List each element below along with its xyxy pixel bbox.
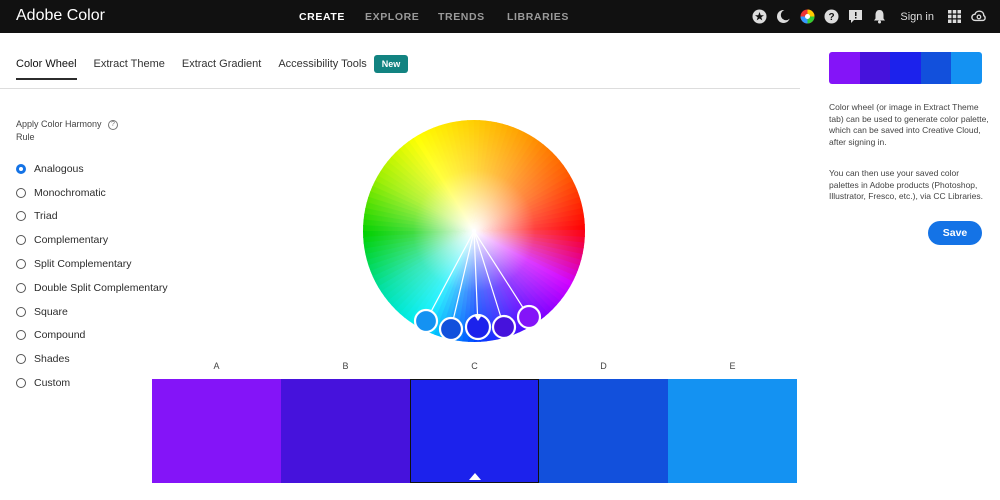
help-icon[interactable]: ? [824, 9, 839, 24]
save-button[interactable]: Save [928, 221, 982, 245]
radio-icon[interactable] [16, 163, 26, 174]
rule-complementary[interactable]: Complementary [16, 228, 168, 252]
wheel-color-handle[interactable] [438, 316, 464, 342]
rule-label: Square [34, 305, 68, 318]
radio-icon[interactable] [16, 354, 26, 365]
sidebar-description-2: You can then use your saved color palett… [829, 168, 983, 201]
new-badge: New [373, 55, 409, 73]
tab-color-wheel[interactable]: Color Wheel [16, 58, 77, 80]
preview-swatch [920, 52, 952, 84]
radio-icon[interactable] [16, 211, 26, 222]
swatch-letter: E [729, 361, 736, 371]
rule-double-split-complementary[interactable]: Double Split Complementary [16, 276, 168, 300]
nav-libraries[interactable]: LIBRARIES [507, 11, 569, 23]
wheel-center-dot [472, 229, 476, 233]
swatch-letter: D [600, 361, 607, 371]
star-icon[interactable] [752, 9, 767, 24]
rule-label: Split Complementary [34, 258, 132, 271]
color-wheel-graphic[interactable] [362, 119, 586, 343]
harmony-rule-title: Apply Color Harmony Rule [16, 119, 102, 142]
sign-in-link[interactable]: Sign in [900, 11, 934, 23]
wheel-color-handle[interactable] [491, 314, 517, 340]
radio-icon[interactable] [16, 259, 26, 270]
mode-tabs: Color Wheel Extract Theme Extract Gradie… [16, 55, 409, 88]
tab-extract-gradient[interactable]: Extract Gradient [182, 58, 261, 80]
rule-split-complementary[interactable]: Split Complementary [16, 252, 168, 276]
apps-grid-icon[interactable] [947, 9, 962, 24]
rule-label: Monochromatic [34, 186, 106, 199]
harmony-rule-list: Analogous Monochromatic Triad Complement… [16, 157, 168, 395]
swatch-letter: B [342, 361, 349, 371]
feedback-icon[interactable] [848, 9, 863, 24]
moon-icon[interactable] [776, 9, 792, 24]
rule-label: Analogous [34, 162, 84, 175]
radio-icon[interactable] [16, 282, 26, 293]
notification-icon[interactable] [872, 9, 887, 24]
tab-extract-theme[interactable]: Extract Theme [94, 58, 165, 80]
rule-label: Compound [34, 329, 86, 342]
swatch-b[interactable] [281, 379, 410, 483]
selected-caret-icon [468, 473, 481, 480]
help-icon[interactable]: ? [108, 120, 118, 130]
color-swatches [152, 379, 797, 483]
preview-swatch [859, 52, 891, 84]
radio-icon[interactable] [16, 330, 26, 341]
rule-label: Custom [34, 377, 71, 390]
app-title[interactable]: Adobe Color [16, 7, 105, 25]
swatch-letters: A B C D E [152, 361, 797, 371]
wheel-color-handle[interactable] [413, 308, 439, 334]
swatch-c[interactable] [410, 379, 539, 483]
rule-shades[interactable]: Shades [16, 347, 168, 371]
sidebar-description-1: Color wheel (or image in Extract Theme t… [829, 102, 989, 147]
radio-icon[interactable] [16, 187, 26, 198]
swatch-e[interactable] [668, 379, 797, 483]
rule-monochromatic[interactable]: Monochromatic [16, 181, 168, 205]
nav-create[interactable]: CREATE [299, 11, 345, 23]
nav-explore[interactable]: EXPLORE [365, 11, 419, 23]
top-bar: Adobe Color CREATE EXPLORE TRENDS LIBRAR… [0, 0, 1000, 33]
radio-icon[interactable] [16, 378, 26, 389]
rule-label: Triad [34, 210, 58, 223]
creative-cloud-icon[interactable] [971, 9, 986, 24]
preview-swatch [890, 52, 921, 84]
svg-text:?: ? [829, 12, 835, 23]
swatch-letter: C [471, 361, 478, 371]
tab-divider [0, 88, 800, 89]
swatch-d[interactable] [539, 379, 668, 483]
palette-preview [829, 52, 982, 84]
swatch-a[interactable] [152, 379, 281, 483]
rule-label: Complementary [34, 234, 109, 247]
tab-accessibility-tools[interactable]: Accessibility Tools [278, 58, 366, 80]
top-icons: ? Sign in [752, 0, 986, 33]
wheel-color-handle[interactable] [516, 304, 542, 330]
rule-compound[interactable]: Compound [16, 324, 168, 348]
color-wheel[interactable] [362, 119, 586, 343]
swatch-letter: A [213, 361, 220, 371]
rule-label: Double Split Complementary [34, 281, 168, 294]
rule-triad[interactable]: Triad [16, 205, 168, 229]
rule-custom[interactable]: Custom [16, 371, 168, 395]
rule-analogous[interactable]: Analogous [16, 157, 168, 181]
preview-swatch [829, 52, 860, 84]
radio-icon[interactable] [16, 306, 26, 317]
nav-trends[interactable]: TRENDS [438, 11, 485, 23]
preview-swatch [951, 52, 982, 84]
rule-label: Shades [34, 353, 70, 366]
radio-icon[interactable] [16, 235, 26, 246]
rule-square[interactable]: Square [16, 300, 168, 324]
color-wheel-icon[interactable] [800, 9, 815, 24]
